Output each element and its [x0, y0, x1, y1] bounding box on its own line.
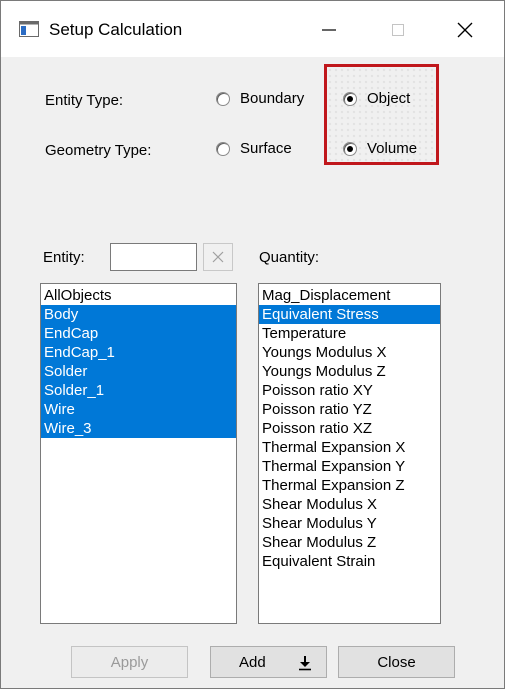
radio-volume-label: Volume: [367, 140, 418, 157]
quantity-item-temperature[interactable]: Temperature: [259, 324, 440, 343]
quantity-item-thermal-expansion-x[interactable]: Thermal Expansion X: [259, 438, 440, 457]
quantity-item-equivalent-strain[interactable]: Equivalent Strain: [259, 552, 440, 571]
radio-object[interactable]: Object: [343, 90, 410, 107]
radio-button-volume[interactable]: [343, 141, 357, 156]
entity-item-solder[interactable]: Solder: [41, 362, 236, 381]
window-title: Setup Calculation: [49, 20, 183, 39]
quantity-item-shear-modulus-z[interactable]: Shear Modulus Z: [259, 533, 440, 552]
quantity-item-youngs-modulus-z[interactable]: Youngs Modulus Z: [259, 362, 440, 381]
radio-surface-label: Surface: [240, 140, 292, 157]
quantity-item-thermal-expansion-y[interactable]: Thermal Expansion Y: [259, 457, 440, 476]
entity-item-allobjects[interactable]: AllObjects: [41, 286, 236, 305]
maximize-button[interactable]: [378, 15, 418, 45]
entity-item-solder-1[interactable]: Solder_1: [41, 381, 236, 400]
maximize-icon: [392, 24, 404, 36]
entity-item-wire-3[interactable]: Wire_3: [41, 419, 236, 438]
clear-filter-button[interactable]: [203, 243, 233, 271]
quantity-item-mag-displacement[interactable]: Mag_Displacement: [259, 286, 440, 305]
close-button-label: Close: [377, 653, 416, 671]
radio-button-boundary[interactable]: [216, 91, 230, 106]
quantity-item-poisson-ratio-xy[interactable]: Poisson ratio XY: [259, 381, 440, 400]
close-window-button[interactable]: [445, 15, 485, 45]
quantity-item-youngs-modulus-x[interactable]: Youngs Modulus X: [259, 343, 440, 362]
title-bar[interactable]: Setup Calculation: [1, 1, 504, 57]
minimize-button[interactable]: [309, 15, 349, 45]
setup-calculation-dialog: Setup Calculation Entity Type: Boundary …: [0, 0, 505, 689]
radio-button-surface[interactable]: [216, 141, 230, 156]
radio-boundary-label: Boundary: [240, 90, 305, 107]
entity-listbox[interactable]: AllObjects Body EndCap EndCap_1 Solder S…: [40, 283, 237, 624]
quantity-item-poisson-ratio-yz[interactable]: Poisson ratio YZ: [259, 400, 440, 419]
quantity-item-poisson-ratio-xz[interactable]: Poisson ratio XZ: [259, 419, 440, 438]
radio-surface[interactable]: Surface: [216, 140, 292, 157]
clear-x-icon: [212, 251, 224, 263]
quantity-listbox[interactable]: Mag_Displacement Equivalent Stress Tempe…: [258, 283, 441, 624]
close-button[interactable]: Close: [338, 646, 455, 678]
radio-button-object[interactable]: [343, 91, 357, 106]
quantity-item-shear-modulus-x[interactable]: Shear Modulus X: [259, 495, 440, 514]
entity-type-label: Entity Type:: [45, 92, 124, 109]
entity-item-endcap[interactable]: EndCap: [41, 324, 236, 343]
entity-label: Entity:: [43, 249, 85, 266]
add-button-label: Add: [239, 653, 266, 671]
down-arrow-icon: [299, 656, 311, 671]
radio-object-label: Object: [367, 90, 411, 107]
entity-item-body[interactable]: Body: [41, 305, 236, 324]
entity-item-wire[interactable]: Wire: [41, 400, 236, 419]
close-icon: [457, 22, 473, 38]
geometry-type-label: Geometry Type:: [45, 142, 152, 159]
minimize-icon: [322, 29, 336, 31]
add-button[interactable]: Add: [210, 646, 327, 678]
quantity-item-thermal-expansion-z[interactable]: Thermal Expansion Z: [259, 476, 440, 495]
apply-button-label: Apply: [110, 653, 149, 671]
entity-filter-input[interactable]: [110, 243, 197, 271]
entity-item-endcap-1[interactable]: EndCap_1: [41, 343, 236, 362]
apply-button[interactable]: Apply: [71, 646, 188, 678]
quantity-label: Quantity:: [259, 249, 320, 266]
radio-volume[interactable]: Volume: [343, 140, 417, 157]
app-window-icon: [19, 21, 39, 37]
quantity-item-equivalent-stress[interactable]: Equivalent Stress: [259, 305, 440, 324]
radio-boundary[interactable]: Boundary: [216, 90, 304, 107]
quantity-item-shear-modulus-y[interactable]: Shear Modulus Y: [259, 514, 440, 533]
